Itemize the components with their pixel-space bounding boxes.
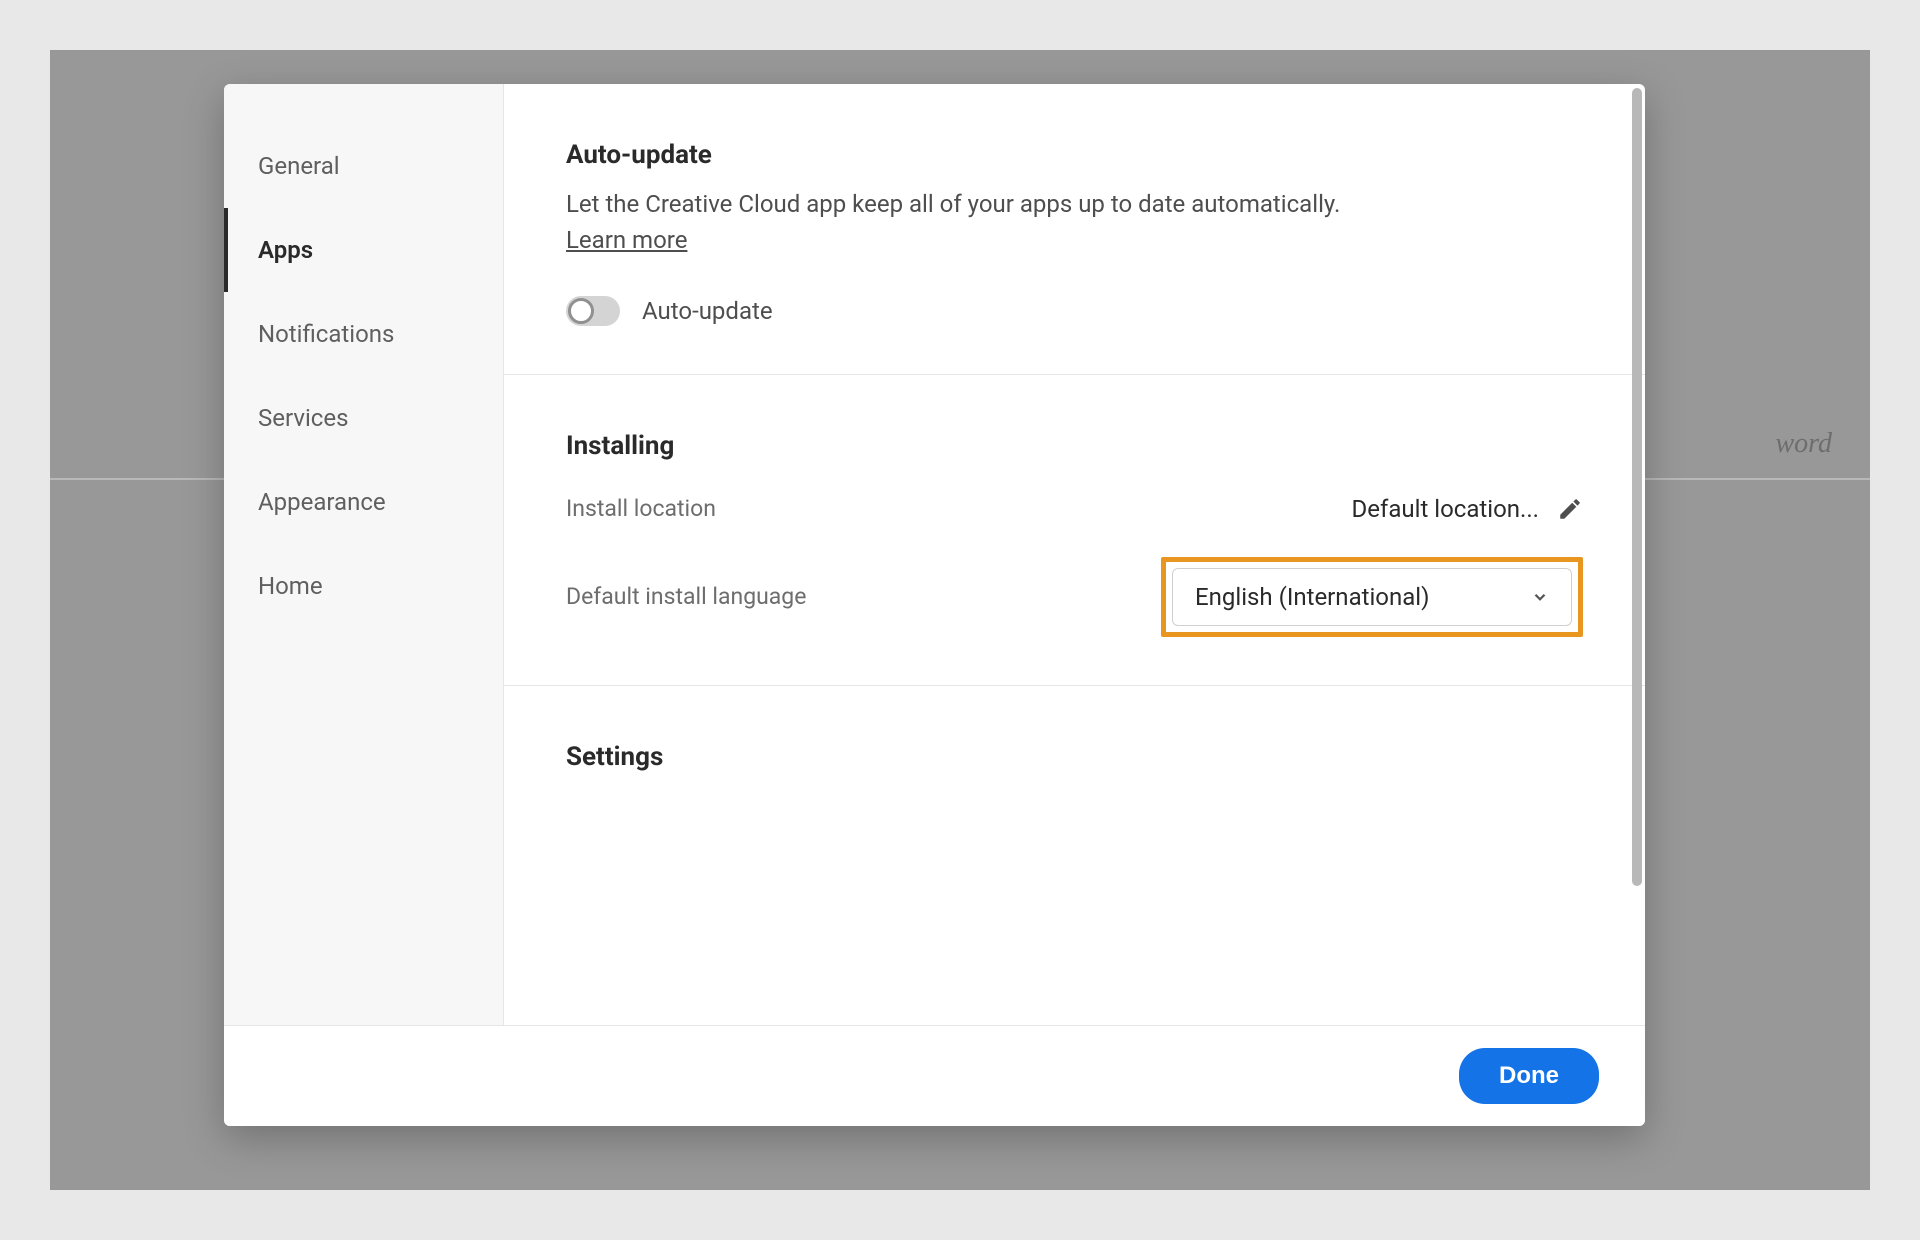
backdrop: word General Apps Notifications Services… [50, 50, 1870, 1190]
highlight-annotation: English (International) [1161, 557, 1583, 637]
section-installing: Installing Install location Default loca… [504, 375, 1645, 686]
pencil-icon[interactable] [1557, 496, 1583, 522]
auto-update-title: Auto-update [566, 140, 1583, 170]
scrollbar-thumb[interactable] [1632, 88, 1642, 886]
auto-update-toggle-label: Auto-update [642, 297, 773, 325]
sidebar-item-apps[interactable]: Apps [224, 208, 503, 292]
section-auto-update: Auto-update Let the Creative Cloud app k… [504, 84, 1645, 375]
settings-title: Settings [566, 742, 1583, 772]
dialog-footer: Done [224, 1026, 1645, 1126]
install-location-row: Install location Default location... [566, 495, 1583, 523]
auto-update-description: Let the Creative Cloud app keep all of y… [566, 188, 1583, 222]
content-pane: Auto-update Let the Creative Cloud app k… [504, 84, 1645, 1025]
sidebar-item-services[interactable]: Services [224, 376, 503, 460]
dialog-body: General Apps Notifications Services Appe… [224, 84, 1645, 1026]
toggle-knob [568, 298, 594, 324]
sidebar-item-notifications[interactable]: Notifications [224, 292, 503, 376]
sidebar-item-home[interactable]: Home [224, 544, 503, 628]
section-settings: Settings [504, 686, 1645, 838]
default-language-label: Default install language [566, 583, 806, 610]
background-text-fragment: word [1775, 428, 1832, 460]
auto-update-toggle-row: Auto-update [566, 296, 1583, 326]
default-language-value: English (International) [1195, 583, 1430, 611]
done-button[interactable]: Done [1459, 1048, 1599, 1104]
install-location-label: Install location [566, 495, 716, 522]
learn-more-link[interactable]: Learn more [566, 226, 687, 254]
sidebar-item-general[interactable]: General [224, 124, 503, 208]
sidebar: General Apps Notifications Services Appe… [224, 84, 504, 1025]
sidebar-item-appearance[interactable]: Appearance [224, 460, 503, 544]
install-location-value: Default location... [1352, 495, 1540, 523]
chevron-down-icon [1531, 588, 1549, 606]
default-language-row: Default install language English (Intern… [566, 557, 1583, 637]
preferences-dialog: General Apps Notifications Services Appe… [224, 84, 1645, 1126]
auto-update-toggle[interactable] [566, 296, 620, 326]
install-location-value-group: Default location... [1352, 495, 1584, 523]
default-language-dropdown[interactable]: English (International) [1172, 568, 1572, 626]
installing-title: Installing [566, 431, 1583, 461]
